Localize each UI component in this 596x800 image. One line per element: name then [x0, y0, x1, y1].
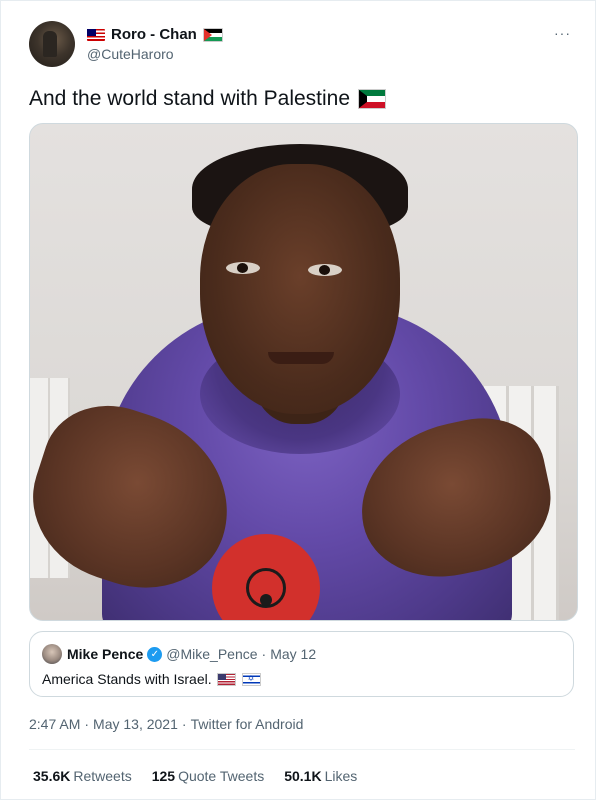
israel-flag-icon: [241, 672, 261, 686]
meta-separator: ·: [181, 716, 187, 732]
quoted-tweet-text: America Stands with Israel.: [42, 670, 261, 688]
face: [200, 164, 400, 414]
quote-tweets-stat[interactable]: 125 Quote Tweets: [152, 767, 265, 785]
quote-tweets-count: 125: [151, 768, 176, 784]
quoted-tweet[interactable]: Mike Pence ✓ @Mike_Pence · May 12 Americ…: [29, 631, 574, 697]
tweet-video[interactable]: [29, 123, 578, 621]
left-eye: [226, 262, 260, 274]
tweet-text: And the world stand with Palestine: [29, 85, 387, 113]
tweet-stats: 35.6K Retweets 125 Quote Tweets 50.1K Likes: [33, 767, 377, 785]
us-flag-icon: [216, 672, 236, 686]
quoted-tweet-header: Mike Pence ✓ @Mike_Pence · May 12: [42, 644, 316, 664]
author-handle[interactable]: @CuteHaroro: [87, 45, 223, 63]
kuwait-flag-icon: [358, 89, 387, 109]
mouth: [268, 352, 334, 364]
malaysia-flag-icon: [87, 29, 105, 41]
retweets-label: Retweets: [73, 768, 132, 784]
more-options-icon[interactable]: ···: [554, 25, 571, 41]
quoted-author-avatar: [42, 644, 62, 664]
author-display-name[interactable]: Roro - Chan: [111, 25, 197, 45]
quoted-date: May 12: [270, 646, 317, 662]
palestine-flag-icon: [202, 28, 223, 42]
tweet-text-content: And the world stand with Palestine: [29, 87, 351, 110]
divider: [29, 749, 575, 750]
retweets-stat[interactable]: 35.6K Retweets: [33, 767, 132, 785]
display-name-row[interactable]: Roro - Chan: [87, 25, 223, 45]
quoted-author-handle: @Mike_Pence: [166, 646, 258, 662]
quoted-separator: ·: [261, 646, 267, 662]
quoted-author-name: Mike Pence: [67, 646, 144, 662]
tweet-meta: 2:47 AM · May 13, 2021 · Twitter for Android: [29, 715, 303, 733]
tweet-card: Roro - Chan @CuteHaroro ··· And the worl…: [0, 0, 596, 800]
tweet-date[interactable]: May 13, 2021: [93, 716, 178, 732]
retweets-count: 35.6K: [33, 768, 71, 784]
likes-count: 50.1K: [284, 768, 322, 784]
right-eye: [308, 264, 342, 276]
author-names: Roro - Chan @CuteHaroro: [87, 25, 223, 63]
quoted-tweet-text-content: America Stands with Israel.: [42, 671, 212, 687]
meta-separator: ·: [84, 716, 90, 732]
likes-stat[interactable]: 50.1K Likes: [284, 767, 357, 785]
tweet-time[interactable]: 2:47 AM: [29, 716, 80, 732]
verified-badge-icon: ✓: [147, 646, 163, 662]
tweet-source[interactable]: Twitter for Android: [191, 716, 304, 732]
quote-tweets-label: Quote Tweets: [178, 768, 265, 784]
author-avatar[interactable]: [29, 21, 75, 67]
tweet-header: Roro - Chan @CuteHaroro: [29, 21, 223, 67]
likes-label: Likes: [324, 768, 358, 784]
